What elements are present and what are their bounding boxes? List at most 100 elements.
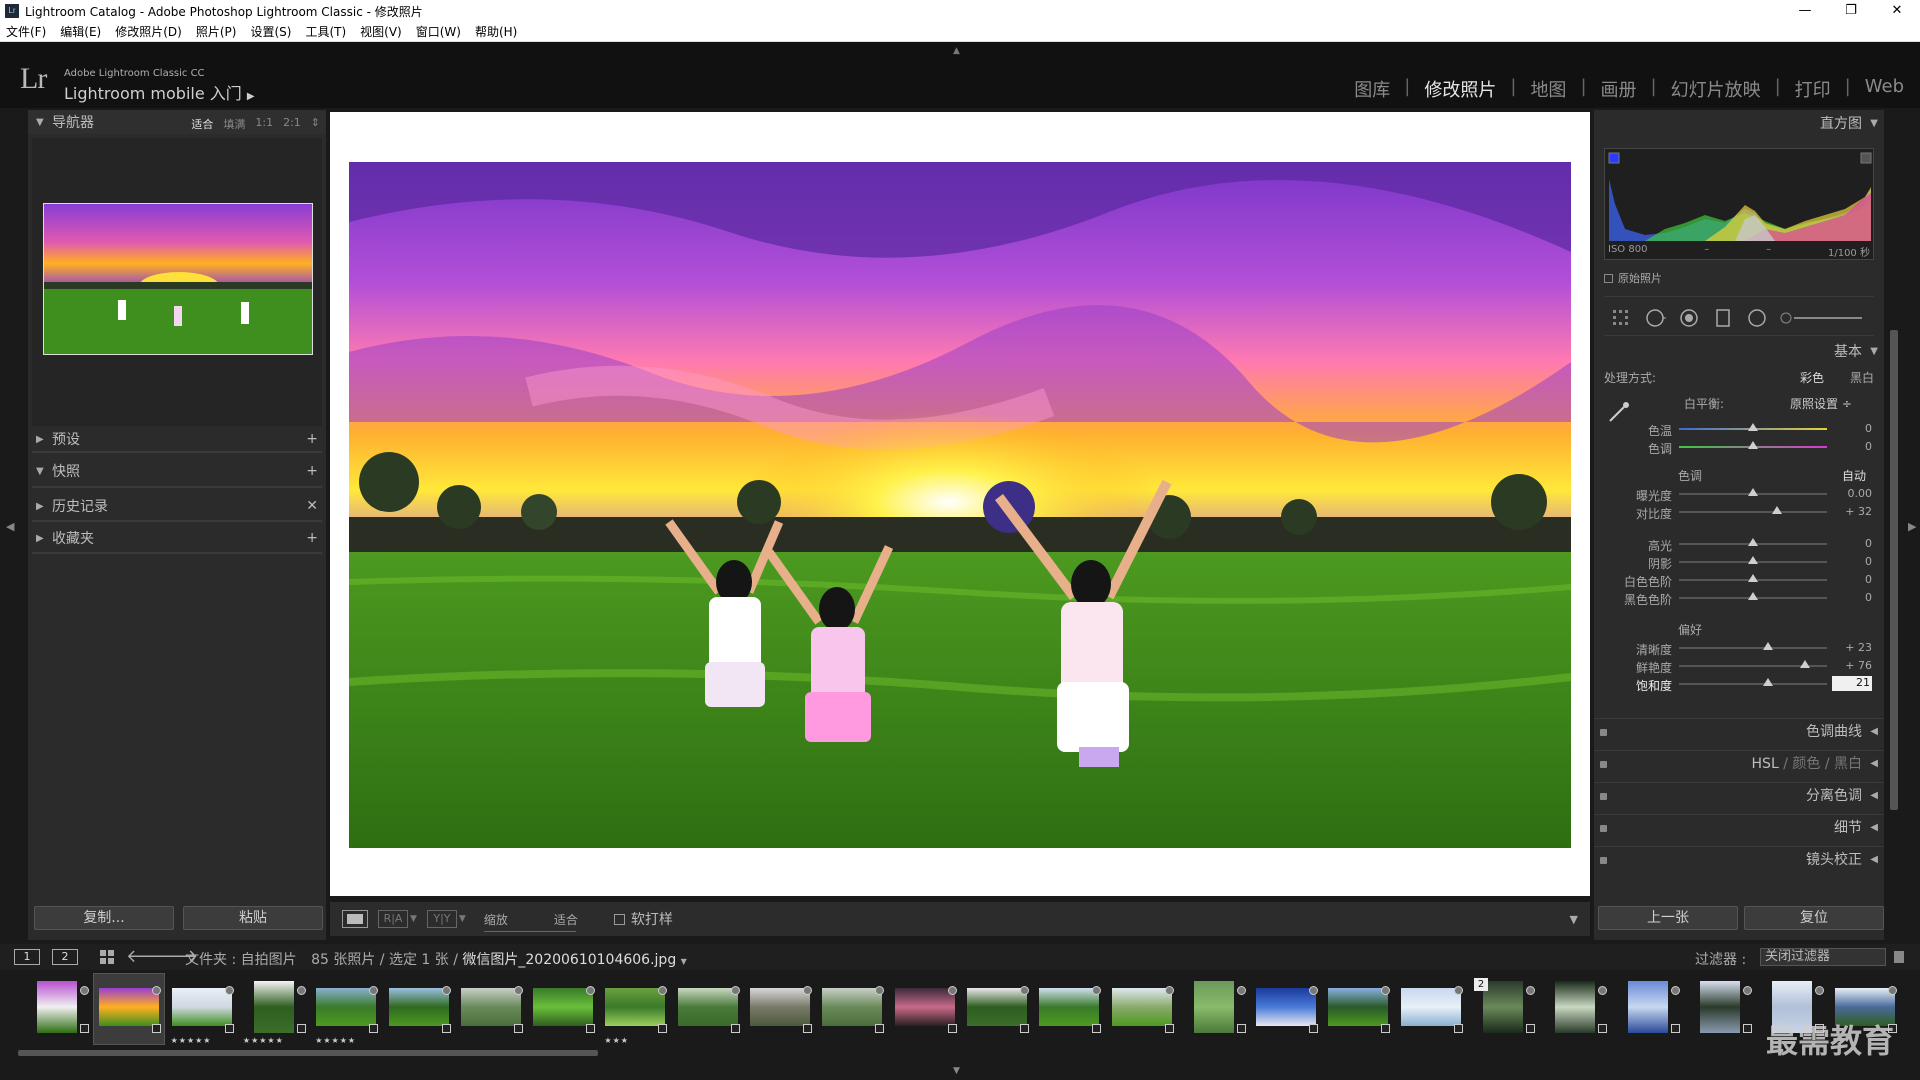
right-panel-scrollbar[interactable] [1890, 330, 1898, 810]
tone-curve-header[interactable]: 色调曲线 ◀ [1594, 718, 1884, 744]
filmstrip-thumbnail[interactable] [673, 974, 743, 1044]
star-rating[interactable]: ★★★★★ [171, 1036, 212, 1045]
menu-window[interactable]: 窗口(W) [416, 23, 461, 40]
red-eye-icon[interactable] [1678, 307, 1700, 329]
module-web[interactable]: Web [1865, 76, 1904, 102]
filmstrip-thumbnail[interactable] [22, 974, 92, 1044]
filmstrip-thumbnail[interactable] [1685, 974, 1755, 1044]
nav-option-1-1[interactable]: 1:1 [255, 116, 273, 132]
filmstrip-thumbnail[interactable]: ★★★★★ [311, 974, 381, 1045]
filmstrip-thumbnail[interactable] [890, 974, 960, 1044]
slider-shadows[interactable]: 阴影 0 [1594, 553, 1884, 571]
filmstrip-thumbnail[interactable] [1323, 974, 1393, 1044]
slider-knob[interactable] [1748, 556, 1758, 564]
split-toning-header[interactable]: 分离色调 ◀ [1594, 782, 1884, 808]
basic-header[interactable]: 基本 ▼ [1594, 340, 1884, 364]
secondary-monitor-button[interactable]: 2 [52, 949, 78, 965]
nav-option-more-icon[interactable]: ⇕ [311, 116, 320, 132]
filmstrip-thumbnail[interactable] [93, 973, 166, 1045]
slider-value[interactable]: + 76 [1832, 659, 1872, 672]
clear-history-icon[interactable]: ✕ [306, 498, 318, 514]
copy-button[interactable]: 复制... [34, 906, 174, 930]
filmstrip-thumbnail[interactable]: 2 [1468, 974, 1538, 1044]
panel-switch-icon[interactable] [1600, 857, 1607, 864]
restore-button[interactable]: ❐ [1828, 0, 1874, 22]
treatment-color-option[interactable]: 彩色 [1800, 369, 1824, 386]
collapse-left-arrow-icon[interactable]: ◀ [6, 520, 14, 533]
lightroom-mobile-link[interactable]: Lightroom mobile 入门 ▶ [64, 80, 255, 104]
filmstrip-thumbnail[interactable] [1613, 974, 1683, 1044]
slider-highlights[interactable]: 高光 0 [1594, 535, 1884, 553]
slider-knob[interactable] [1748, 574, 1758, 582]
slider-value[interactable]: + 32 [1832, 505, 1872, 518]
panel-switch-icon[interactable] [1600, 825, 1607, 832]
navigator-preview-image[interactable] [43, 203, 313, 355]
soft-proof-checkbox[interactable] [613, 913, 625, 925]
slider-temp[interactable]: 色温 0 [1594, 420, 1884, 438]
tone-auto-button[interactable]: 自动 [1842, 467, 1866, 484]
filmstrip-thumbnail[interactable] [1396, 974, 1466, 1044]
before-after-swap-dropdown-icon[interactable]: ▼ [459, 914, 466, 924]
grid-view-icon[interactable] [100, 950, 114, 964]
slider-value[interactable]: 0.00 [1832, 487, 1873, 500]
slider-value[interactable]: + 23 [1832, 641, 1872, 654]
collapse-right-arrow-icon[interactable]: ▶ [1908, 520, 1916, 533]
hsl-header[interactable]: HSL / 颜色 / 黑白 ◀ [1594, 750, 1884, 776]
slider-knob[interactable] [1748, 423, 1758, 431]
panel-switch-icon[interactable] [1600, 729, 1607, 736]
module-develop[interactable]: 修改照片 [1424, 76, 1496, 102]
menu-settings[interactable]: 设置(S) [250, 23, 291, 40]
hsl-title[interactable]: HSL [1752, 756, 1779, 772]
nav-option-fill[interactable]: 填满 [223, 116, 245, 132]
slider-track[interactable] [1679, 647, 1827, 649]
toolbar-menu-icon[interactable]: ▼ [1570, 913, 1578, 926]
slider-knob[interactable] [1762, 678, 1773, 686]
slider-knob[interactable] [1748, 538, 1758, 546]
slider-clarity[interactable]: 清晰度 + 23 [1594, 639, 1884, 657]
slider-track[interactable] [1679, 511, 1827, 513]
star-rating[interactable]: ★★★★★ [315, 1036, 356, 1045]
slider-blacks[interactable]: 黑色色阶 0 [1594, 589, 1884, 607]
slider-saturation[interactable]: 饱和度 21 [1594, 675, 1884, 693]
slider-value[interactable]: 0 [1832, 440, 1872, 453]
filmstrip-thumbnail[interactable] [1251, 974, 1321, 1044]
filmstrip-thumbnail[interactable] [1034, 974, 1104, 1044]
close-button[interactable]: ✕ [1874, 0, 1920, 22]
snapshots-header[interactable]: ▼ 快照 + [28, 459, 326, 483]
filter-dropdown[interactable]: 关闭过滤器 [1760, 948, 1886, 966]
slider-value[interactable]: 0 [1832, 422, 1872, 435]
slider-knob[interactable] [1771, 506, 1782, 514]
filmstrip-thumbnail[interactable] [817, 974, 887, 1044]
minimize-button[interactable]: — [1782, 0, 1828, 22]
slider-track[interactable] [1679, 683, 1827, 685]
filmstrip-thumbnail[interactable]: ★★★ [600, 974, 670, 1045]
detail-header[interactable]: 细节 ◀ [1594, 814, 1884, 840]
module-print[interactable]: 打印 [1795, 76, 1831, 102]
collapse-bottom-arrow-icon[interactable]: ▼ [953, 1066, 960, 1076]
slider-knob[interactable] [1748, 488, 1758, 496]
stack-count-badge[interactable]: 2 [1474, 978, 1488, 991]
module-map[interactable]: 地图 [1530, 76, 1566, 102]
module-library[interactable]: 图库 [1354, 76, 1390, 102]
panel-switch-icon[interactable] [1600, 761, 1607, 768]
slider-knob[interactable] [1748, 441, 1758, 449]
paste-button[interactable]: 粘贴 [183, 906, 323, 930]
nav-option-2-1[interactable]: 2:1 [283, 116, 301, 132]
before-after-dropdown-icon[interactable]: ▼ [410, 914, 417, 924]
slider-whites[interactable]: 白色色阶 0 [1594, 571, 1884, 589]
filter-lock-icon[interactable] [1894, 951, 1904, 963]
reset-button[interactable]: 复位 [1744, 906, 1884, 930]
menu-view[interactable]: 视图(V) [360, 23, 402, 40]
presets-header[interactable]: ▶ 预设 + [28, 427, 326, 451]
panel-switch-icon[interactable] [1600, 793, 1607, 800]
saturation-value-input[interactable]: 21 [1832, 676, 1872, 691]
slider-knob[interactable] [1799, 660, 1810, 668]
slider-knob[interactable] [1762, 642, 1773, 650]
filmstrip-thumbnail[interactable]: ★★★★★ [167, 974, 237, 1045]
slider-tint[interactable]: 色调 0 [1594, 438, 1884, 456]
graduated-filter-icon[interactable] [1712, 307, 1734, 329]
navigator-header[interactable]: ▼ 导航器 适合 填满 1:1 2:1 ⇕ [28, 110, 326, 134]
previous-button[interactable]: 上一张 [1598, 906, 1738, 930]
before-after-view-button[interactable]: R|A [378, 910, 408, 928]
original-photo-toggle[interactable]: 原始照片 [1604, 270, 1662, 286]
